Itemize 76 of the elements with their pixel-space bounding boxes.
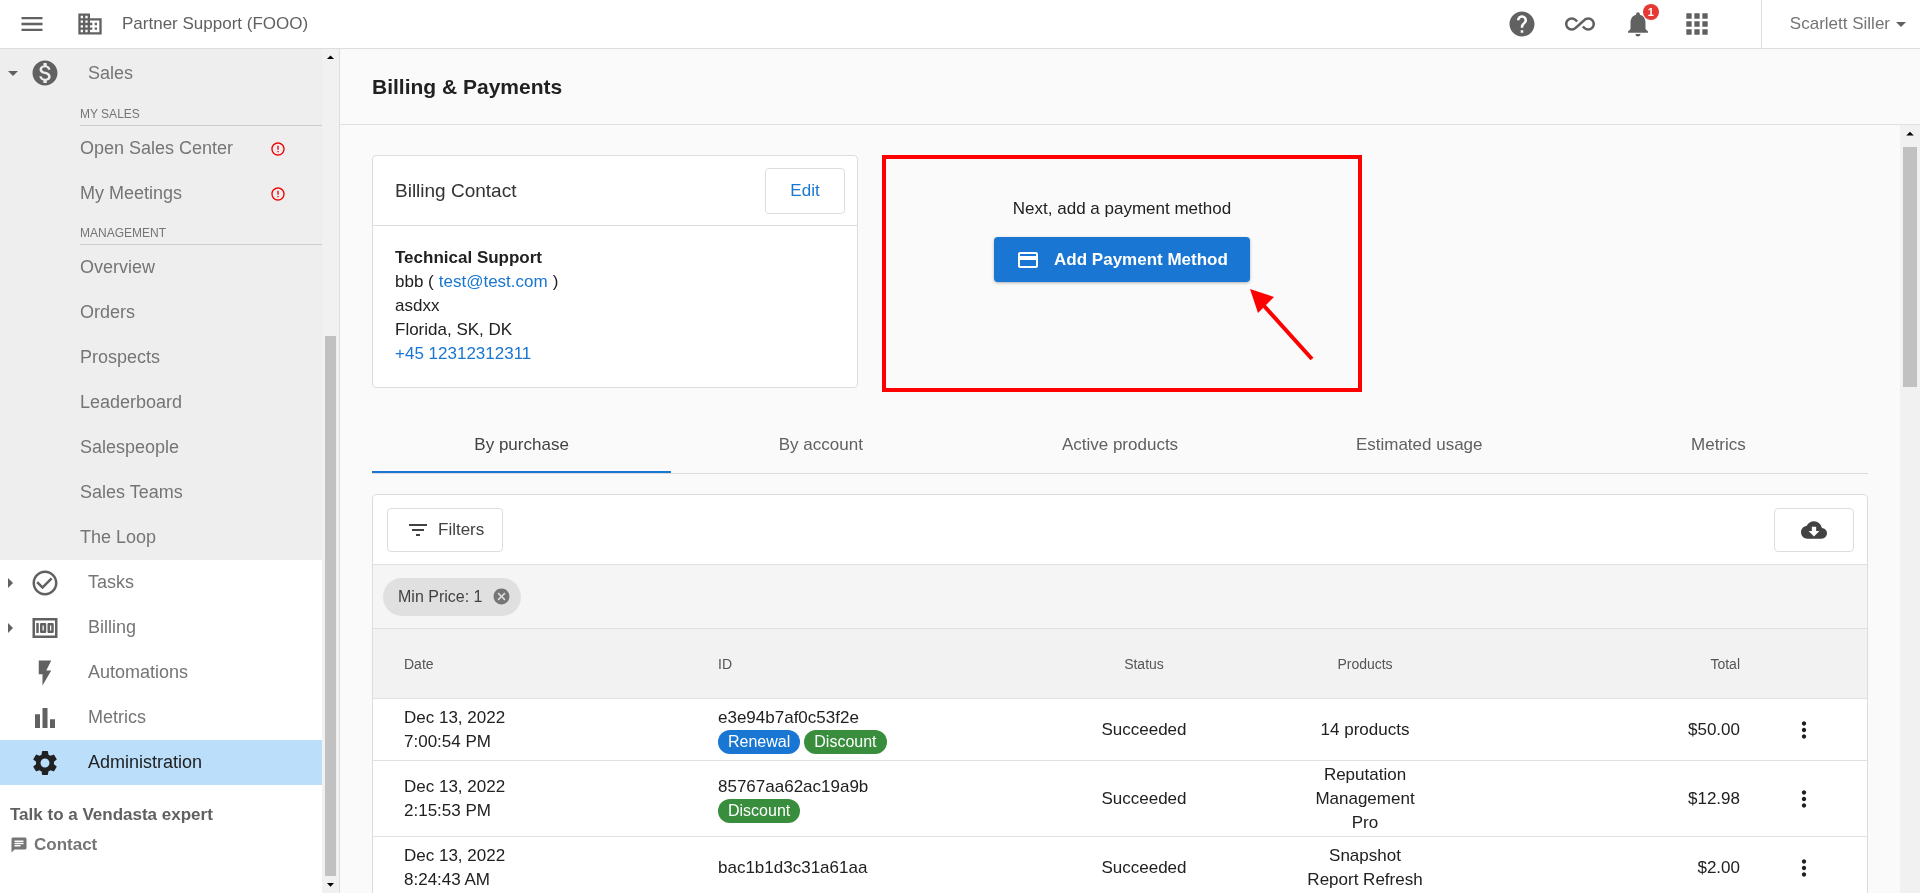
column-header[interactable]: Products	[1230, 651, 1500, 676]
column-header[interactable]: ID	[718, 651, 1058, 676]
phone-link[interactable]: +45 12312312311	[395, 342, 532, 366]
address-line: asdxx	[395, 295, 440, 317]
table-cell-text: Reputation Management Pro	[1314, 763, 1416, 834]
tab[interactable]: Estimated usage	[1269, 418, 1569, 473]
date-text: Dec 13, 2022	[404, 844, 507, 867]
nav-subitem[interactable]: My Meetings	[80, 171, 322, 216]
table-cell-text: Succeeded	[1100, 787, 1188, 810]
address-region: Florida, SK, DK	[395, 319, 513, 341]
nav-subitem[interactable]: Orders	[80, 290, 322, 335]
notification-count: 1	[1642, 4, 1659, 20]
tab[interactable]: Active products	[970, 418, 1270, 473]
time-text: 2:15:53 PM	[404, 799, 492, 822]
nav-subitem[interactable]: The Loop	[80, 515, 322, 560]
nav-item[interactable]: Automations	[0, 650, 322, 695]
time-text: 8:24:43 AM	[404, 868, 491, 891]
edit-button[interactable]: Edit	[765, 167, 845, 214]
table-cell-text: 14 products	[1319, 718, 1411, 741]
email-link[interactable]: test@test.com	[438, 270, 548, 294]
nav-subitem[interactable]: Sales Teams	[80, 470, 322, 515]
filters-button[interactable]: Filters	[387, 507, 504, 552]
nav-item[interactable]: Administration	[0, 740, 322, 785]
user-menu[interactable]: Scarlett Siller	[1760, 0, 1920, 49]
table-cell-text: $12.98	[1687, 787, 1740, 810]
caret-icon	[8, 70, 18, 76]
nav-item[interactable]: Sales	[0, 49, 322, 97]
tag: Renewal	[718, 729, 801, 754]
contact-link[interactable]: Contact	[10, 835, 98, 855]
date-text: Dec 13, 2022	[404, 775, 507, 798]
column-header[interactable]: Status	[1058, 651, 1230, 676]
table-cell-text: $50.00	[1687, 718, 1740, 741]
contact-label: )	[552, 271, 559, 293]
chat-icon	[10, 836, 28, 854]
column-header[interactable]: Date	[404, 651, 718, 676]
scrollbar-thumb[interactable]	[325, 336, 336, 876]
table-cell-text: Succeeded	[1100, 856, 1188, 879]
tab[interactable]: Metrics	[1568, 418, 1868, 473]
purchase-id: bac1b1d3c31a61aa	[718, 856, 869, 879]
table-cell-text: Succeeded	[1100, 718, 1188, 741]
tab[interactable]: By purchase	[372, 418, 672, 473]
contact-name: Technical Support	[395, 247, 543, 269]
caret-icon	[1896, 21, 1906, 27]
prompt-text: Next, add a payment method	[1012, 199, 1232, 219]
nav-item[interactable]: Metrics	[0, 695, 322, 740]
purchase-id: e3e94b7af0c53f2e	[718, 706, 860, 729]
table-cell-text: Snapshot Report Refresh	[1306, 844, 1424, 891]
nav-item[interactable]: Billing	[0, 605, 322, 650]
filter-chip[interactable]: Min Price: 1	[383, 577, 522, 616]
table-cell-text: $2.00	[1696, 856, 1740, 879]
contact-label: bbb (	[395, 271, 434, 293]
card-title: Billing Contact	[395, 179, 517, 202]
column-header[interactable]: Total	[1500, 651, 1740, 676]
time-text: 7:00:54 PM	[404, 730, 492, 753]
download-button[interactable]	[1774, 507, 1854, 552]
nav-subitem[interactable]: Overview	[80, 245, 322, 290]
help-title: Talk to a Vendasta expert	[10, 805, 214, 825]
organization-name: Partner Support (FOOO)	[122, 14, 309, 34]
date-text: Dec 13, 2022	[404, 706, 507, 729]
scrollbar-thumb[interactable]	[1903, 147, 1917, 387]
pointer-arrow	[1250, 289, 1314, 361]
nav-icon	[30, 58, 60, 88]
nav-subitem[interactable]: Open Sales Center	[80, 126, 322, 171]
tag: Discount	[718, 798, 801, 823]
caret-icon	[8, 622, 13, 633]
tag: Discount	[804, 729, 887, 754]
caret-icon	[8, 577, 13, 588]
nav-subitem[interactable]: Prospects	[80, 335, 322, 380]
nav-item[interactable]: Tasks	[0, 560, 322, 605]
remove-icon[interactable]	[492, 587, 512, 606]
page-title: Billing & Payments	[340, 49, 1920, 125]
nav-subitem[interactable]: Leaderboard	[80, 380, 322, 425]
nav-subitem[interactable]: Salespeople	[80, 425, 322, 470]
purchase-id: 85767aa62ac19a9b	[718, 775, 870, 798]
add-payment-method-button[interactable]: Add Payment Method	[994, 237, 1250, 282]
tab[interactable]: By account	[671, 418, 971, 473]
